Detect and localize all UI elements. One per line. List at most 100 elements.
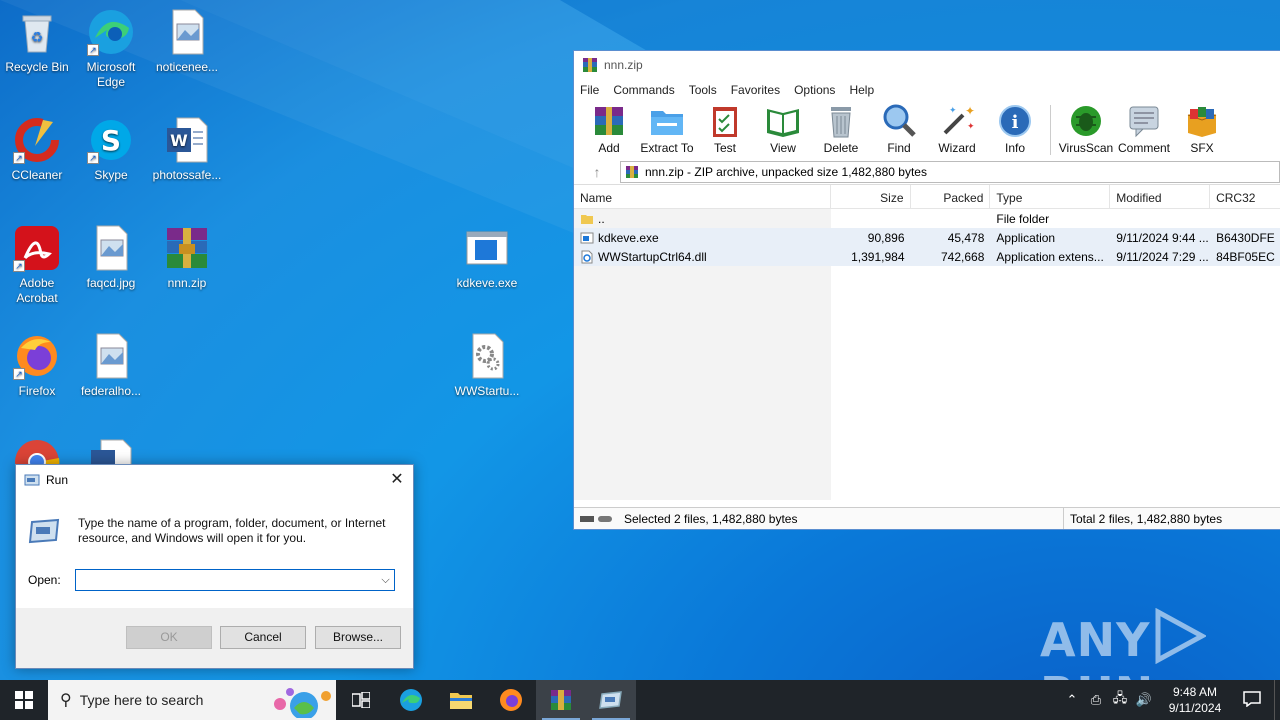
path-field[interactable]: nnn.zip - ZIP archive, unpacked size 1,4… xyxy=(620,160,1280,183)
taskbar-winrar[interactable] xyxy=(536,680,586,720)
icon-label: Skype xyxy=(94,168,128,182)
wizard-button[interactable]: ✦ ✦ ✦ Wizard xyxy=(928,101,986,155)
row-crc: 84BF05EC xyxy=(1216,249,1275,264)
winrar-app-icon xyxy=(583,58,597,72)
acrobat-icon: ↗ xyxy=(13,224,61,272)
run-titlebar[interactable]: Run xyxy=(16,465,413,494)
volume-icon[interactable]: 🔊 xyxy=(1132,692,1156,708)
column-crc32[interactable]: CRC32 xyxy=(1210,185,1280,209)
column-size[interactable]: Size xyxy=(831,185,911,209)
desktop-icon-skype[interactable]: S ↗ Skype xyxy=(74,116,148,183)
toolbar-separator xyxy=(1050,105,1051,155)
icon-label: Adobe Acrobat xyxy=(16,276,58,305)
taskbar-search-box[interactable]: ⚲ Type here to search xyxy=(48,680,336,720)
row-name: WWStartupCtrl64.dll xyxy=(598,249,707,264)
svg-text:✦: ✦ xyxy=(967,121,975,131)
comment-icon xyxy=(1126,103,1162,139)
drive-icon xyxy=(580,515,612,522)
menu-file[interactable]: File xyxy=(580,83,599,97)
row-modified: 9/11/2024 7:29 ... xyxy=(1116,249,1209,264)
taskbar-firefox[interactable] xyxy=(486,680,536,720)
file-list[interactable]: Name Size Packed Type Modified CRC32 .. … xyxy=(574,185,1280,500)
add-button[interactable]: Add xyxy=(580,101,638,155)
menu-options[interactable]: Options xyxy=(794,83,835,97)
firefox-icon: ↗ xyxy=(13,332,61,380)
desktop-icon-faqcd[interactable]: faqcd.jpg xyxy=(74,224,148,291)
clock[interactable]: 9:48 AM 9/11/2024 xyxy=(1160,684,1230,716)
run-description: Type the name of a program, folder, docu… xyxy=(78,516,386,545)
find-button[interactable]: Find xyxy=(870,101,928,155)
device-icon[interactable]: ⎙ xyxy=(1084,692,1108,708)
search-icon: ⚲ xyxy=(60,692,72,709)
taskbar: ⚲ Type here to search ⌃ ⎙ 🖧 🔊 9:48 AM 9/… xyxy=(0,680,1280,720)
icon-label: faqcd.jpg xyxy=(86,276,136,290)
delete-button[interactable]: Delete xyxy=(812,101,870,155)
chevron-down-icon[interactable]: ⌵ xyxy=(381,574,389,587)
desktop-icon-nnn-zip[interactable]: nnn.zip xyxy=(150,224,224,291)
up-arrow-icon[interactable]: ↑ xyxy=(574,164,620,180)
find-label: Find xyxy=(887,141,911,155)
row-type: File folder xyxy=(996,211,1050,226)
table-row[interactable]: WWStartupCtrl64.dll 1,391,984 742,668 Ap… xyxy=(574,247,1280,266)
desktop-icon-photossafe[interactable]: W photossafe... xyxy=(150,116,224,183)
taskbar-file-explorer[interactable] xyxy=(436,680,486,720)
table-row[interactable]: kdkeve.exe 90,896 45,478 Application 9/1… xyxy=(574,228,1280,247)
column-modified[interactable]: Modified xyxy=(1110,185,1211,209)
run-dialog[interactable]: Run ✕ Type the name of a program, folder… xyxy=(15,464,414,669)
status-selected: Selected 2 files, 1,482,880 bytes xyxy=(624,511,798,526)
ccleaner-icon: ↗ xyxy=(13,116,61,164)
ok-button[interactable]: OK xyxy=(126,626,212,649)
cancel-button[interactable]: Cancel xyxy=(220,626,306,649)
view-button[interactable]: View xyxy=(754,101,812,155)
menu-commands[interactable]: Commands xyxy=(613,83,674,97)
bug-scan-icon xyxy=(1068,103,1104,139)
virusscan-button[interactable]: VirusScan xyxy=(1057,101,1115,155)
browse-button[interactable]: Browse... xyxy=(315,626,401,649)
dll-file-icon xyxy=(581,250,593,263)
desktop-icon-recycle-bin[interactable]: ♻ Recycle Bin xyxy=(0,8,74,75)
desktop-icon-wwstartup[interactable]: WWStartu... xyxy=(450,332,524,399)
chevron-up-icon[interactable]: ⌃ xyxy=(1060,692,1084,708)
address-bar: ↑ nnn.zip - ZIP archive, unpacked size 1… xyxy=(574,159,1280,185)
desktop-icon-kdkeve[interactable]: kdkeve.exe xyxy=(450,224,524,291)
winrar-window[interactable]: nnn.zip File Commands Tools Favorites Op… xyxy=(573,50,1280,530)
comment-button[interactable]: Comment xyxy=(1115,101,1173,155)
icon-label: federalho... xyxy=(80,384,142,398)
close-button[interactable]: ✕ xyxy=(381,465,413,494)
extract-to-button[interactable]: Extract To xyxy=(638,101,696,155)
desktop-icon-federalho[interactable]: federalho... xyxy=(74,332,148,399)
winrar-titlebar[interactable]: nnn.zip xyxy=(574,51,1280,79)
table-row[interactable]: .. File folder xyxy=(574,209,1280,228)
column-type[interactable]: Type xyxy=(990,185,1111,209)
desktop-icon-noticenee[interactable]: noticenee... xyxy=(150,8,224,75)
row-name: .. xyxy=(598,211,605,226)
toolbar: Add Extract To Test View Delete Find ✦ ✦ ✦… xyxy=(574,101,1280,159)
network-icon[interactable]: 🖧 xyxy=(1108,689,1132,711)
folder-icon xyxy=(581,214,593,224)
info-button[interactable]: i Info xyxy=(986,101,1044,155)
status-bar: Selected 2 files, 1,482,880 bytes Total … xyxy=(574,507,1280,529)
test-button[interactable]: Test xyxy=(696,101,754,155)
open-label: Open: xyxy=(28,573,61,587)
comment-label: Comment xyxy=(1117,141,1170,155)
taskbar-run[interactable] xyxy=(586,680,636,720)
desktop-icon-ccleaner[interactable]: ↗ CCleaner xyxy=(0,116,74,183)
show-desktop-button[interactable] xyxy=(1274,680,1280,720)
status-total: Total 2 files, 1,482,880 bytes xyxy=(1070,511,1223,526)
column-name[interactable]: Name xyxy=(574,185,831,209)
task-view-button[interactable] xyxy=(336,680,386,720)
desktop-icon-firefox[interactable]: ↗ Firefox xyxy=(0,332,74,399)
menu-tools[interactable]: Tools xyxy=(689,83,717,97)
start-button[interactable] xyxy=(0,680,48,720)
svg-text:♻: ♻ xyxy=(31,29,44,45)
taskbar-edge[interactable] xyxy=(386,680,436,720)
notification-icon[interactable] xyxy=(1230,690,1274,710)
desktop-icon-edge[interactable]: ↗ Microsoft Edge xyxy=(74,8,148,90)
menu-help[interactable]: Help xyxy=(849,83,874,97)
open-combobox[interactable]: ⌵ xyxy=(74,569,395,591)
desktop-icon-acrobat[interactable]: ↗ Adobe Acrobat xyxy=(0,224,74,306)
menu-favorites[interactable]: Favorites xyxy=(731,83,780,97)
image-file-icon xyxy=(163,8,211,56)
sfx-button[interactable]: SFX xyxy=(1173,101,1231,155)
column-packed[interactable]: Packed xyxy=(911,185,991,209)
